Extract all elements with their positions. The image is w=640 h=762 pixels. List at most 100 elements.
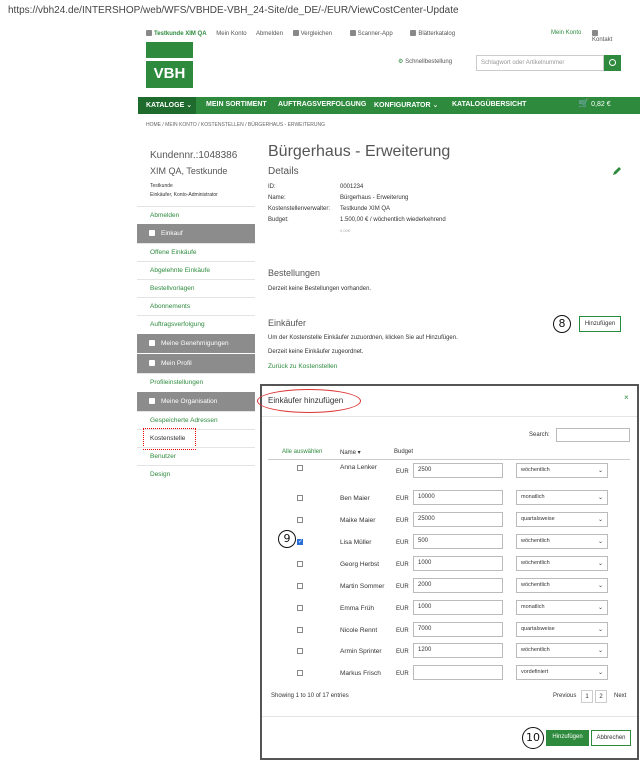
cart-button[interactable]: 🛒 0,82 €: [578, 99, 611, 109]
table-row: Georg Herbst EUR 1000 wöchentlich ⌄: [268, 556, 630, 578]
budget-period-select[interactable]: wöchentlich ⌄: [516, 556, 608, 571]
sidebar-abmelden[interactable]: Abmelden: [137, 206, 255, 224]
step-marker-10: 10: [522, 727, 544, 749]
compare-link[interactable]: Vergleichen: [292, 30, 340, 37]
step-marker-8: 8: [553, 315, 571, 333]
currency-label: EUR: [396, 649, 409, 655]
budget-amount-input[interactable]: 1200: [413, 643, 503, 658]
building-icon: [149, 398, 155, 404]
chevron-down-icon: ⌄: [597, 516, 603, 523]
budget-amount-input[interactable]: 2500: [413, 463, 503, 478]
budget-value: 1.500,00 € / wöchentlich wiederkehrend: [340, 217, 446, 223]
budget-period-value: wöchentlich: [521, 538, 550, 544]
nav-auftragsverfolgung[interactable]: AUFTRAGSVERFOLGUNG: [278, 101, 366, 108]
address-bar[interactable]: https://vbh24.de/INTERSHOP/web/WFS/VBHDE…: [0, 0, 640, 24]
budget-amount-input[interactable]: 2000: [413, 578, 503, 593]
sidebar-abgelehnte-einkaeufe[interactable]: Abgelehnte Einkäufe: [137, 261, 255, 279]
chevron-down-icon: ⌄: [597, 494, 603, 501]
budget-amount-input[interactable]: 500: [413, 534, 503, 549]
search-input[interactable]: Schlagwort oder Artikelnummer: [476, 55, 604, 71]
buyer-name: Emma Früh: [340, 605, 374, 612]
catalog-link[interactable]: Blätterkatalog: [410, 30, 463, 37]
search-button[interactable]: [604, 55, 621, 71]
sidebar-head-genehmigungen[interactable]: Meine Genehmigungen: [137, 334, 255, 353]
contact-link[interactable]: Kontakt: [592, 30, 620, 43]
row-checkbox[interactable]: [297, 517, 303, 523]
budget-period-select[interactable]: wöchentlich ⌄: [516, 643, 608, 658]
budget-period-select[interactable]: wöchentlich ⌄: [516, 463, 608, 478]
row-checkbox[interactable]: [297, 605, 303, 611]
row-checkbox[interactable]: [297, 538, 303, 545]
sidebar-gespeicherte-adressen[interactable]: Gespeicherte Adressen: [137, 411, 255, 429]
table-search-input[interactable]: [556, 428, 630, 442]
budget-period-value: monatlich: [521, 494, 545, 500]
budget-amount-input[interactable]: 10000: [413, 490, 503, 505]
budget-period-select[interactable]: monatlich ⌄: [516, 490, 608, 505]
back-to-cost-centers-link[interactable]: Zurück zu Kostenstellen: [268, 363, 337, 370]
pagination-page-2[interactable]: 2: [595, 690, 607, 703]
row-checkbox[interactable]: [297, 670, 303, 676]
compare-icon: [292, 30, 299, 36]
table-row: Anna Lenker EUR 2500 wöchentlich ⌄: [268, 461, 630, 483]
close-icon[interactable]: ×: [624, 393, 629, 402]
sidebar-auftragsverfolgung[interactable]: Auftragsverfolgung: [137, 315, 255, 333]
row-checkbox[interactable]: [297, 465, 303, 471]
cart-icon: 🛒: [578, 99, 590, 109]
budget-period-select[interactable]: wöchentlich ⌄: [516, 578, 608, 593]
pencil-icon[interactable]: [612, 166, 622, 176]
budget-period-select[interactable]: quartalsweise ⌄: [516, 512, 608, 527]
scanner-icon: [349, 30, 356, 36]
budget-amount-input[interactable]: 1000: [413, 600, 503, 615]
account-link[interactable]: Mein Konto: [216, 31, 246, 37]
row-checkbox[interactable]: [297, 561, 303, 567]
budget-amount-input[interactable]: [413, 665, 503, 680]
pagination-page-1[interactable]: 1: [581, 690, 593, 703]
row-checkbox[interactable]: [297, 495, 303, 501]
budget-label: Budget:: [268, 217, 289, 223]
sidebar-offene-einkaeufe[interactable]: Offene Einkäufe: [137, 243, 255, 261]
user-link[interactable]: Testkunde XIM QA: [146, 30, 207, 37]
table-row: Lisa Müller EUR 500 wöchentlich ⌄: [268, 534, 630, 556]
budget-period-select[interactable]: quartalsweise ⌄: [516, 622, 608, 637]
budget-period-select[interactable]: monatlich ⌄: [516, 600, 608, 615]
nav-katalog-uebersicht[interactable]: KATALOGÜBERSICHT: [452, 101, 526, 108]
row-checkbox[interactable]: [297, 648, 303, 654]
sidebar-design[interactable]: Design: [137, 465, 255, 483]
scanner-link[interactable]: Scanner-App: [349, 30, 401, 37]
row-checkbox[interactable]: [297, 583, 303, 589]
budget-amount-input[interactable]: 1000: [413, 556, 503, 571]
budget-period-value: wöchentlich: [521, 647, 550, 653]
sidebar-benutzer[interactable]: Benutzer: [137, 447, 255, 465]
pagination-previous[interactable]: Previous: [553, 693, 576, 699]
budget-amount-input[interactable]: 7000: [413, 622, 503, 637]
select-all-link[interactable]: Alle auswählen: [282, 449, 322, 455]
modal-add-button[interactable]: Hinzufügen: [546, 730, 589, 746]
vbh-logo[interactable]: VBH: [146, 42, 193, 88]
pagination-next[interactable]: Next: [614, 693, 626, 699]
my-account-link[interactable]: Mein Konto: [551, 30, 581, 36]
sidebar-profileinstellungen[interactable]: Profileinstellungen: [137, 373, 255, 391]
breadcrumb[interactable]: HOME / MEIN KONTO / KOSTENSTELLEN / BÜRG…: [146, 122, 325, 128]
buyers-hint-text: Um der Kostenstelle Einkäufer zuzuordnen…: [268, 335, 458, 341]
name-column-header[interactable]: Name ▾: [340, 449, 361, 456]
nav-konfigurator[interactable]: KONFIGURATOR ⌄: [374, 101, 438, 109]
chevron-down-icon: ⌄: [432, 101, 439, 109]
logout-link[interactable]: Abmelden: [256, 31, 283, 37]
budget-period-select[interactable]: vordefiniert ⌄: [516, 665, 608, 680]
add-buyer-button[interactable]: Hinzufügen: [579, 316, 621, 332]
quick-order-link[interactable]: ⚙ Schnellbestellung: [398, 58, 452, 65]
buyer-name: Ben Maier: [340, 495, 370, 502]
budget-amount-input[interactable]: 25000: [413, 512, 503, 527]
currency-label: EUR: [396, 562, 409, 568]
chevron-down-icon: ⌄: [597, 604, 603, 611]
check-icon: [149, 340, 155, 346]
budget-period-select[interactable]: wöchentlich ⌄: [516, 534, 608, 549]
nav-sortiment[interactable]: MEIN SORTIMENT: [206, 101, 267, 108]
nav-kataloge[interactable]: KATALOGE ⌄: [138, 97, 196, 114]
highlight-oval: [257, 389, 361, 413]
sidebar-bestellvorlagen[interactable]: Bestellvorlagen: [137, 279, 255, 297]
sidebar-abonnements[interactable]: Abonnements: [137, 297, 255, 315]
currency-label: EUR: [396, 628, 409, 634]
row-checkbox[interactable]: [297, 627, 303, 633]
modal-cancel-button[interactable]: Abbrechen: [591, 730, 631, 746]
